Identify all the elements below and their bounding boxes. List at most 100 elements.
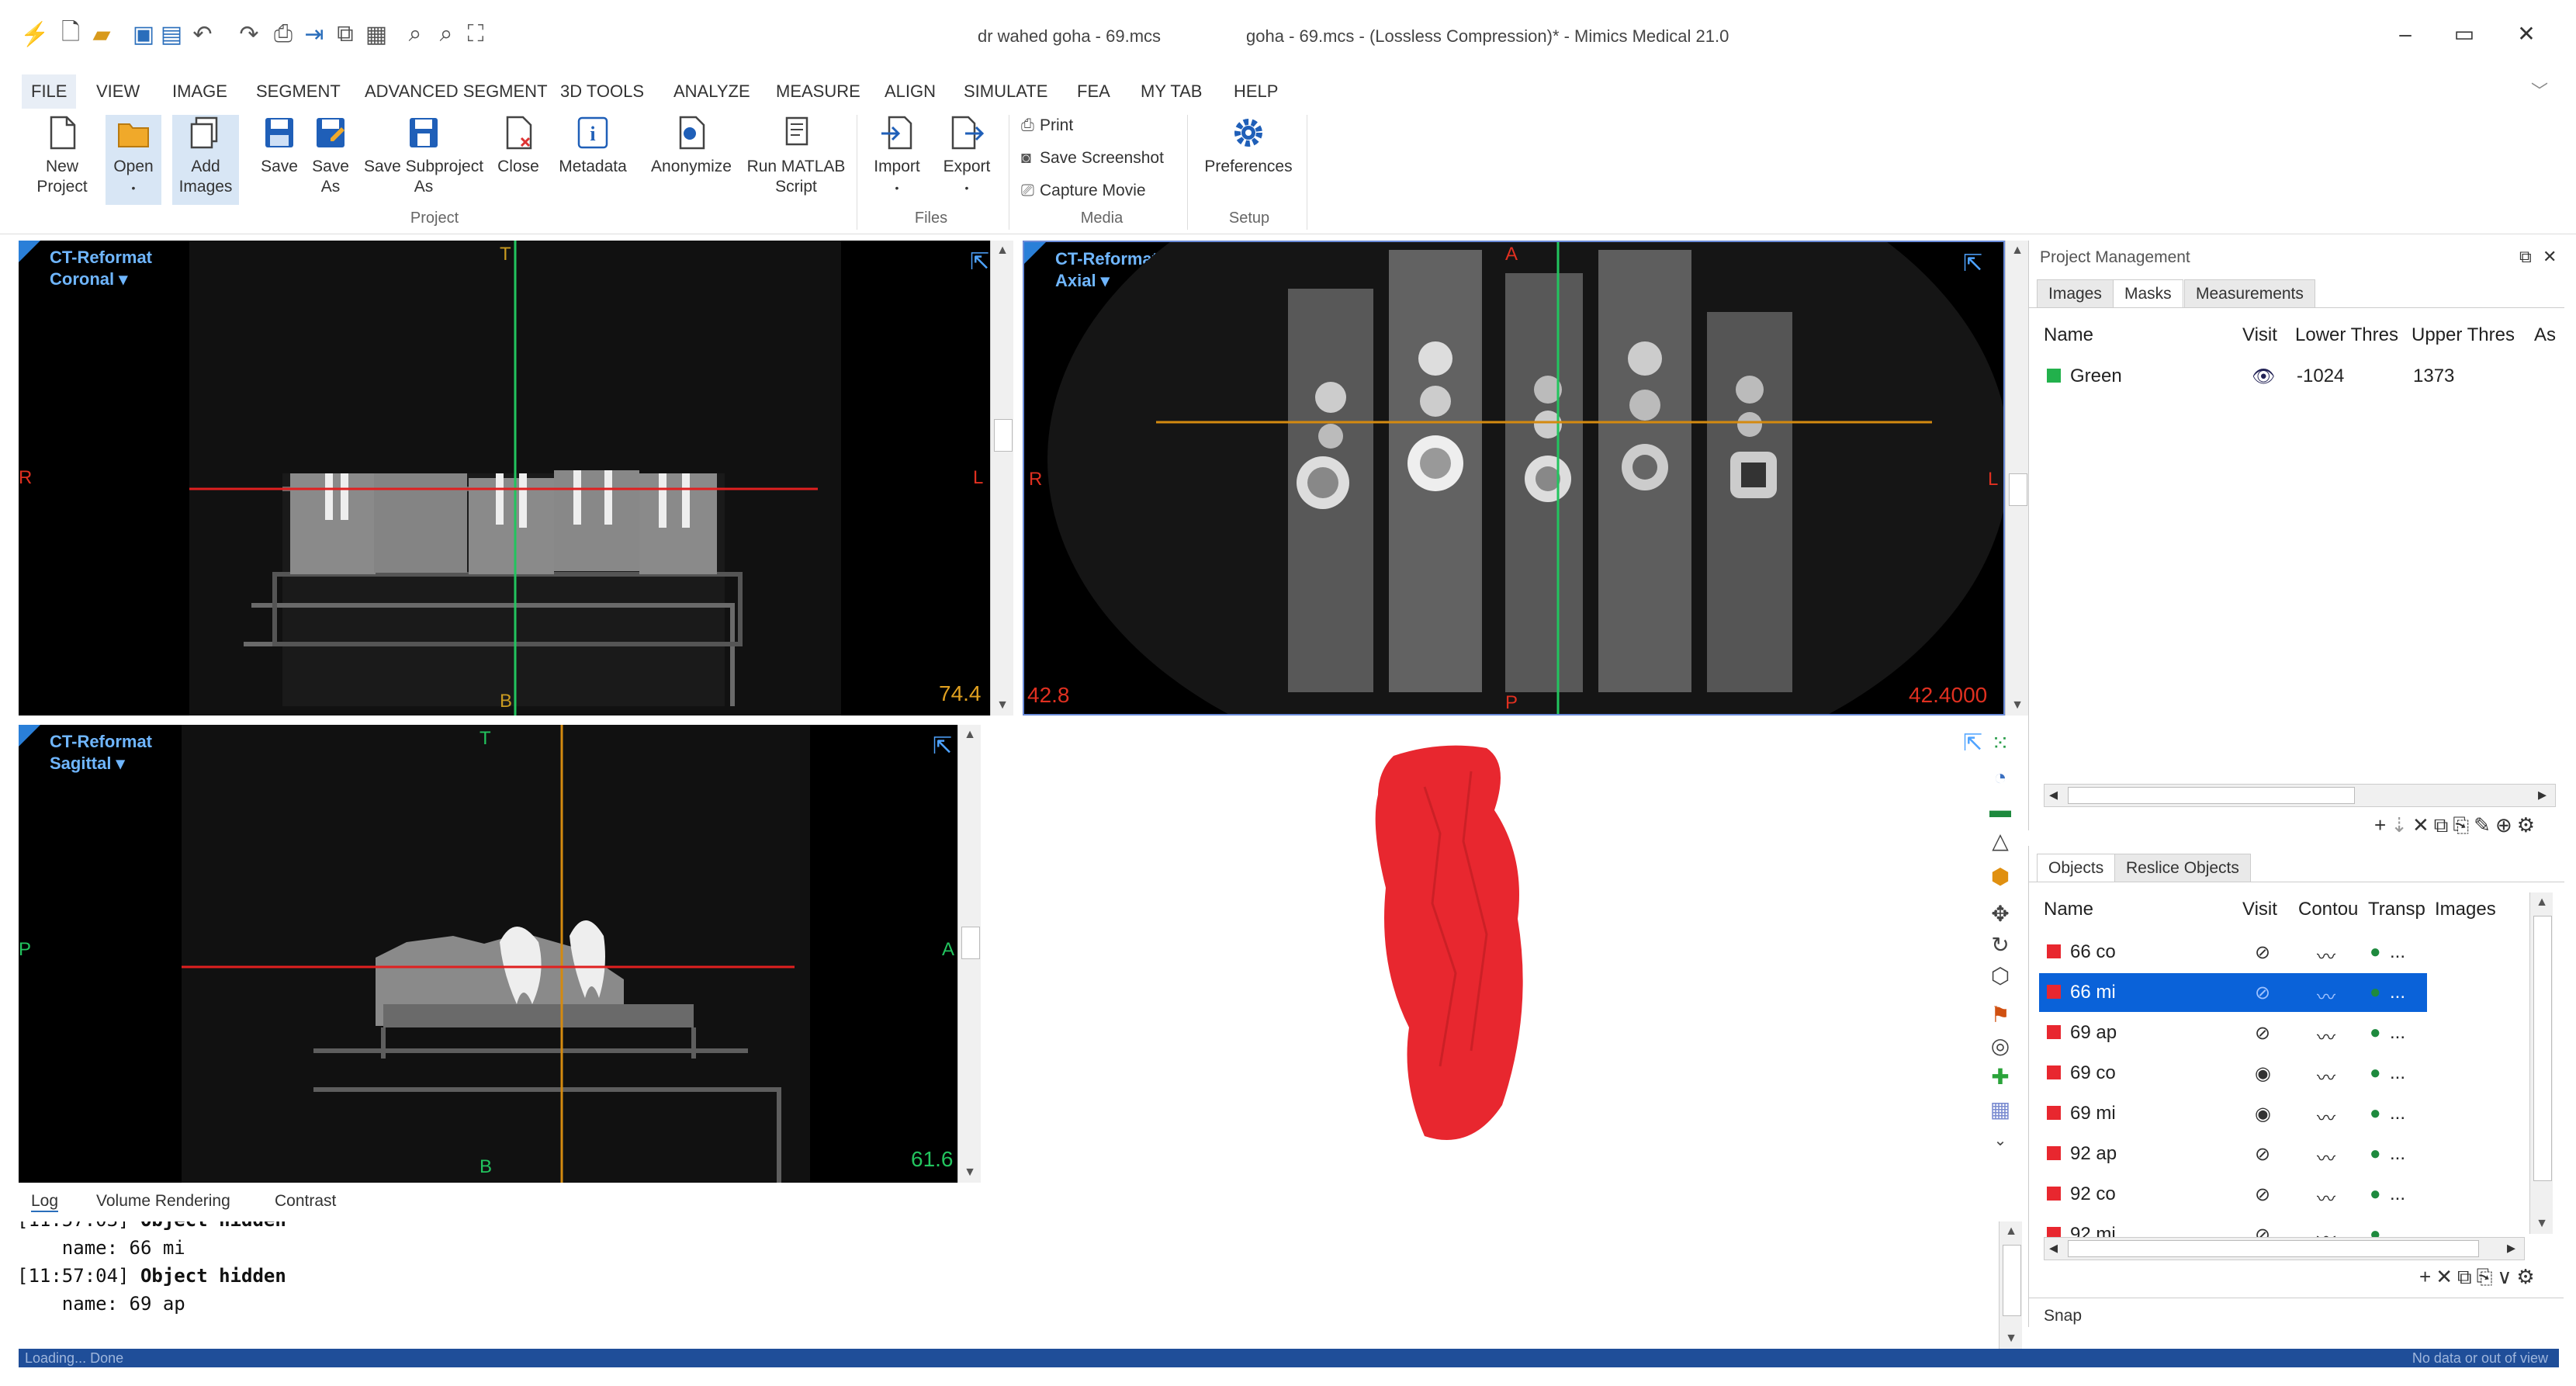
transparency-dot-icon[interactable]: ● (2370, 982, 2381, 1003)
maximize-view-icon[interactable]: ⇱ (1963, 729, 1982, 757)
mask-color-swatch[interactable] (2047, 369, 2061, 383)
new-file-icon[interactable]: 🗋 (59, 19, 82, 48)
scroll-right-arrow[interactable]: ▸ (2507, 1238, 2515, 1258)
object-row[interactable]: 66 mi ⊘ 〰 ●... (2039, 973, 2427, 1012)
3d-viewport[interactable]: ⇱ (990, 725, 1982, 1183)
transparency-dot-icon[interactable]: ● (2370, 1062, 2381, 1084)
rotate-object-icon[interactable]: ◔ (1986, 764, 2014, 792)
open-folder-icon[interactable]: ▰ (90, 20, 113, 48)
pin-icon[interactable]: ⧉ (2519, 247, 2532, 267)
object-color-swatch[interactable] (2047, 985, 2061, 999)
coronal-scrollbar[interactable]: ▲ ▼ (990, 241, 1013, 716)
col-images[interactable]: Images (2435, 899, 2496, 920)
scroll-down-arrow[interactable]: ▼ (991, 695, 1014, 716)
contour-icon[interactable]: 〰 (2317, 1062, 2335, 1090)
menu-fea[interactable]: FEA (1077, 74, 1110, 109)
eye-hidden-icon[interactable]: ⊘ (2255, 1143, 2270, 1166)
eye-icon[interactable]: ◉ (2255, 1062, 2271, 1085)
maximize-view-icon[interactable]: ⇱ (1963, 250, 1982, 277)
more-tools-icon[interactable]: ⌄ (1986, 1127, 2014, 1155)
axis-icon[interactable]: ⚑ (1986, 1001, 2014, 1029)
tab-volume-rendering[interactable]: Volume Rendering (96, 1192, 230, 1211)
tab-reslice-objects[interactable]: Reslice Objects (2114, 854, 2251, 882)
import-icon[interactable]: ⇥ (303, 20, 326, 48)
copy-object-icon[interactable]: ⎘ (2477, 1265, 2498, 1288)
tab-objects[interactable]: Objects (2037, 854, 2116, 882)
menu-3d-tools[interactable]: 3D TOOLS (560, 74, 644, 109)
add-images-button[interactable]: Add Images (172, 115, 239, 205)
ribbon-collapse-icon[interactable]: ﹀ (2531, 74, 2548, 109)
tab-masks[interactable]: Masks (2113, 279, 2183, 308)
snap-label[interactable]: Snap (2044, 1307, 2082, 1325)
export-button[interactable]: Export • (936, 115, 998, 198)
transparency-dot-icon[interactable]: ● (2370, 941, 2381, 963)
object-images-ellipsis[interactable]: ... (2390, 1062, 2405, 1084)
object-color-swatch[interactable] (2047, 1106, 2061, 1120)
axial-viewport[interactable]: CT-Reformat Axial ▾ A P R L 42.8 42.4000 … (1023, 241, 2005, 716)
menu-segment[interactable]: SEGMENT (256, 74, 341, 109)
col-visible[interactable]: Visit (2242, 899, 2277, 920)
eye-hidden-icon[interactable]: ⊘ (2255, 1183, 2270, 1206)
object-row[interactable]: 69 co ◉ 〰 ●... (2039, 1054, 2427, 1093)
preferences-button[interactable]: Preferences (1198, 115, 1299, 177)
tab-images[interactable]: Images (2037, 279, 2114, 308)
tab-contrast[interactable]: Contrast (275, 1192, 336, 1211)
object-row[interactable]: 92 ap ⊘ 〰 ●... (2039, 1135, 2427, 1173)
delete-mask-icon[interactable]: ✕ (2412, 813, 2434, 837)
scroll-down-arrow[interactable]: ▼ (958, 1163, 982, 1183)
masks-horizontal-scrollbar[interactable]: ◂ ▸ (2044, 784, 2556, 807)
transparency-dot-icon[interactable]: ● (2370, 1183, 2381, 1205)
scroll-left-arrow[interactable]: ◂ (2049, 1238, 2058, 1258)
col-as[interactable]: As (2534, 324, 2556, 346)
grid-dots-icon[interactable]: ⁙ (1986, 729, 2014, 757)
contour-icon[interactable]: 〰 (2317, 1183, 2335, 1211)
eye-hidden-icon[interactable]: ⊘ (2255, 1022, 2270, 1045)
object-color-swatch[interactable] (2047, 1025, 2061, 1039)
cube-icon[interactable]: ⬡ (1986, 962, 2014, 990)
object-row[interactable]: 69 mi ◉ 〰 ●... (2039, 1094, 2427, 1133)
print-button[interactable]: ⎙ Print (1021, 116, 1073, 135)
menu-simulate[interactable]: SIMULATE (964, 74, 1047, 109)
settings-object-icon[interactable]: ⚙ (2516, 1265, 2539, 1288)
save-subproject-as-button[interactable]: Save Subproject As (358, 115, 489, 197)
scroll-thumb[interactable] (2068, 787, 2355, 804)
zoom-in-icon[interactable]: ⌕ (403, 20, 427, 48)
pan-icon[interactable]: ✥ (1986, 900, 2014, 928)
scroll-down-arrow[interactable]: ▼ (2006, 695, 2029, 716)
contour-icon[interactable]: 〰 (2317, 1022, 2335, 1049)
merge-mask-icon[interactable]: ⊕ (2495, 813, 2517, 837)
anonymize-button[interactable]: Anonymize (646, 115, 737, 177)
contour-icon[interactable]: 〰 (2317, 1143, 2335, 1170)
settings-mask-icon[interactable]: ⚙ (2517, 813, 2540, 837)
view-eye-icon[interactable]: ◎ (1986, 1032, 2014, 1060)
edit-mask-icon[interactable]: ✎ (2474, 813, 2495, 837)
object-color-swatch[interactable] (2047, 1065, 2061, 1079)
crosshair-icon[interactable]: ✚ (1986, 1063, 2014, 1091)
scroll-thumb[interactable] (961, 927, 980, 959)
sagittal-scrollbar[interactable]: ▲ ▼ (957, 725, 981, 1183)
object-color-swatch[interactable] (2047, 1187, 2061, 1201)
scroll-thumb[interactable] (994, 419, 1013, 452)
col-contour[interactable]: Contou (2298, 899, 2358, 920)
copy-mask-icon[interactable]: ⎘ (2453, 813, 2474, 837)
eye-hidden-icon[interactable]: ⊘ (2255, 941, 2270, 964)
capture-movie-button[interactable]: ⎚ Capture Movie (1021, 182, 1146, 200)
scroll-up-arrow[interactable]: ▲ (991, 241, 1014, 261)
object-row[interactable]: 69 ap ⊘ 〰 ●... (2039, 1014, 2427, 1052)
minimize-button[interactable]: – (2390, 19, 2421, 50)
render-shape-icon[interactable]: ⬢ (1986, 863, 2014, 891)
scroll-left-arrow[interactable]: ◂ (2049, 785, 2058, 805)
menu-align[interactable]: ALIGN (885, 74, 936, 109)
object-images-ellipsis[interactable]: ... (2390, 941, 2405, 963)
col-name[interactable]: Name (2044, 324, 2093, 346)
object-images-ellipsis[interactable]: ... (2390, 982, 2405, 1003)
menu-measure[interactable]: MEASURE (776, 74, 860, 109)
measure-triangle-icon[interactable]: △ (1986, 827, 2014, 855)
save-icon[interactable]: ▣ (132, 20, 155, 48)
col-upper-threshold[interactable]: Upper Thres (2412, 324, 2515, 346)
add-object-icon[interactable]: + (2419, 1265, 2436, 1288)
scroll-thumb[interactable] (2533, 916, 2552, 1181)
scroll-up-arrow[interactable]: ▲ (2530, 892, 2553, 913)
redo-icon[interactable]: ↷ (237, 20, 261, 48)
sagittal-viewport[interactable]: CT-Reformat Sagittal ▾ T B P A 61.6 ⇱ (19, 725, 981, 1183)
